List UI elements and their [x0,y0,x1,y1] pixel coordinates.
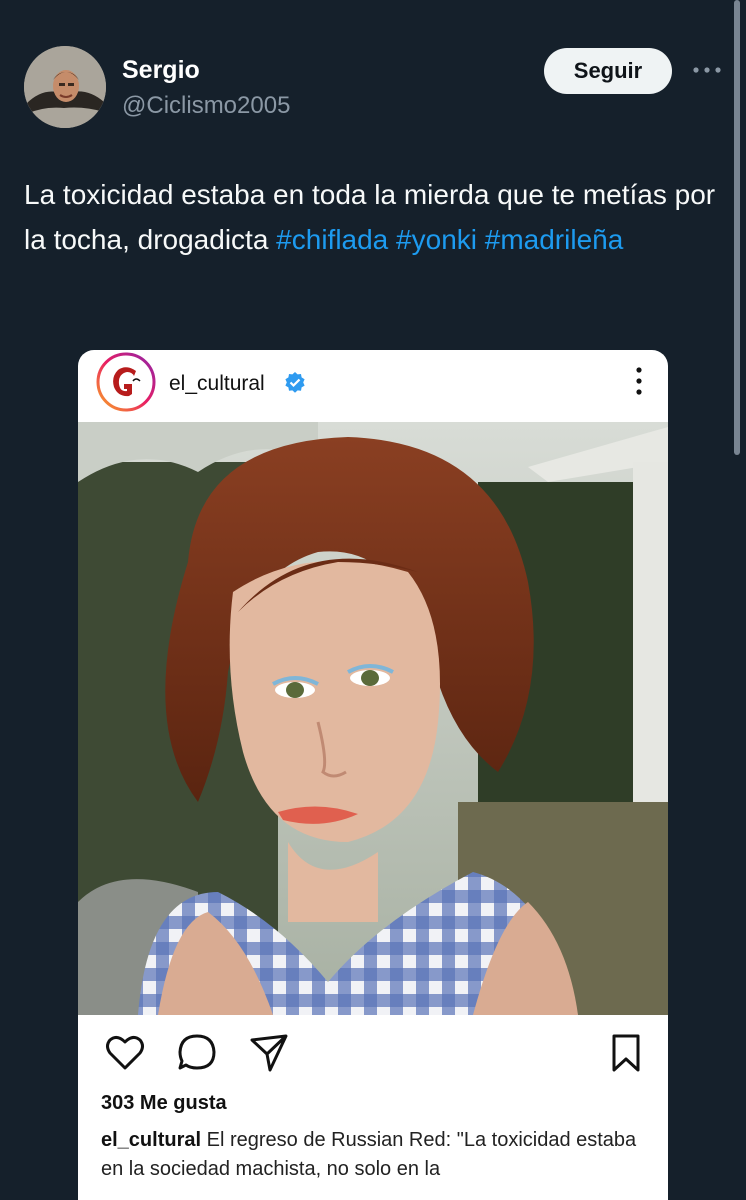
verified-badge-icon [283,371,307,395]
caption-username[interactable]: el_cultural [101,1129,201,1151]
bookmark-icon[interactable] [605,1032,647,1074]
tweet-text: La toxicidad estaba en toda la mierda qu… [24,172,724,262]
hashtag-link[interactable]: #chiflada [276,224,388,255]
hashtag-link[interactable]: #yonki [396,224,477,255]
tweet-header: Sergio @Ciclismo2005 Seguir [24,46,724,130]
follow-button[interactable]: Seguir [544,48,672,94]
author-handle[interactable]: @Ciclismo2005 [122,92,290,120]
post-actions [78,1030,668,1080]
share-icon[interactable] [248,1032,290,1074]
author-name[interactable]: Sergio [122,56,200,85]
post-header: el_cultural [78,350,668,420]
post-photo[interactable] [78,422,668,1015]
comment-icon[interactable] [176,1032,218,1074]
attached-image-instagram-post[interactable]: el_cultural 303 Me gusta el_cultural El … [78,350,668,1200]
post-username[interactable]: el_cultural [169,372,265,396]
like-count[interactable]: 303 Me gusta [101,1092,227,1115]
more-vertical-icon[interactable] [634,366,644,396]
avatar[interactable] [24,46,106,128]
profile-logo-icon[interactable] [96,352,156,412]
more-horizontal-icon[interactable] [690,58,724,82]
scrollbar[interactable] [734,0,740,455]
post-caption: el_cultural El regreso de Russian Red: "… [101,1126,646,1184]
heart-icon[interactable] [104,1032,146,1074]
hashtag-link[interactable]: #madrileña [485,224,624,255]
